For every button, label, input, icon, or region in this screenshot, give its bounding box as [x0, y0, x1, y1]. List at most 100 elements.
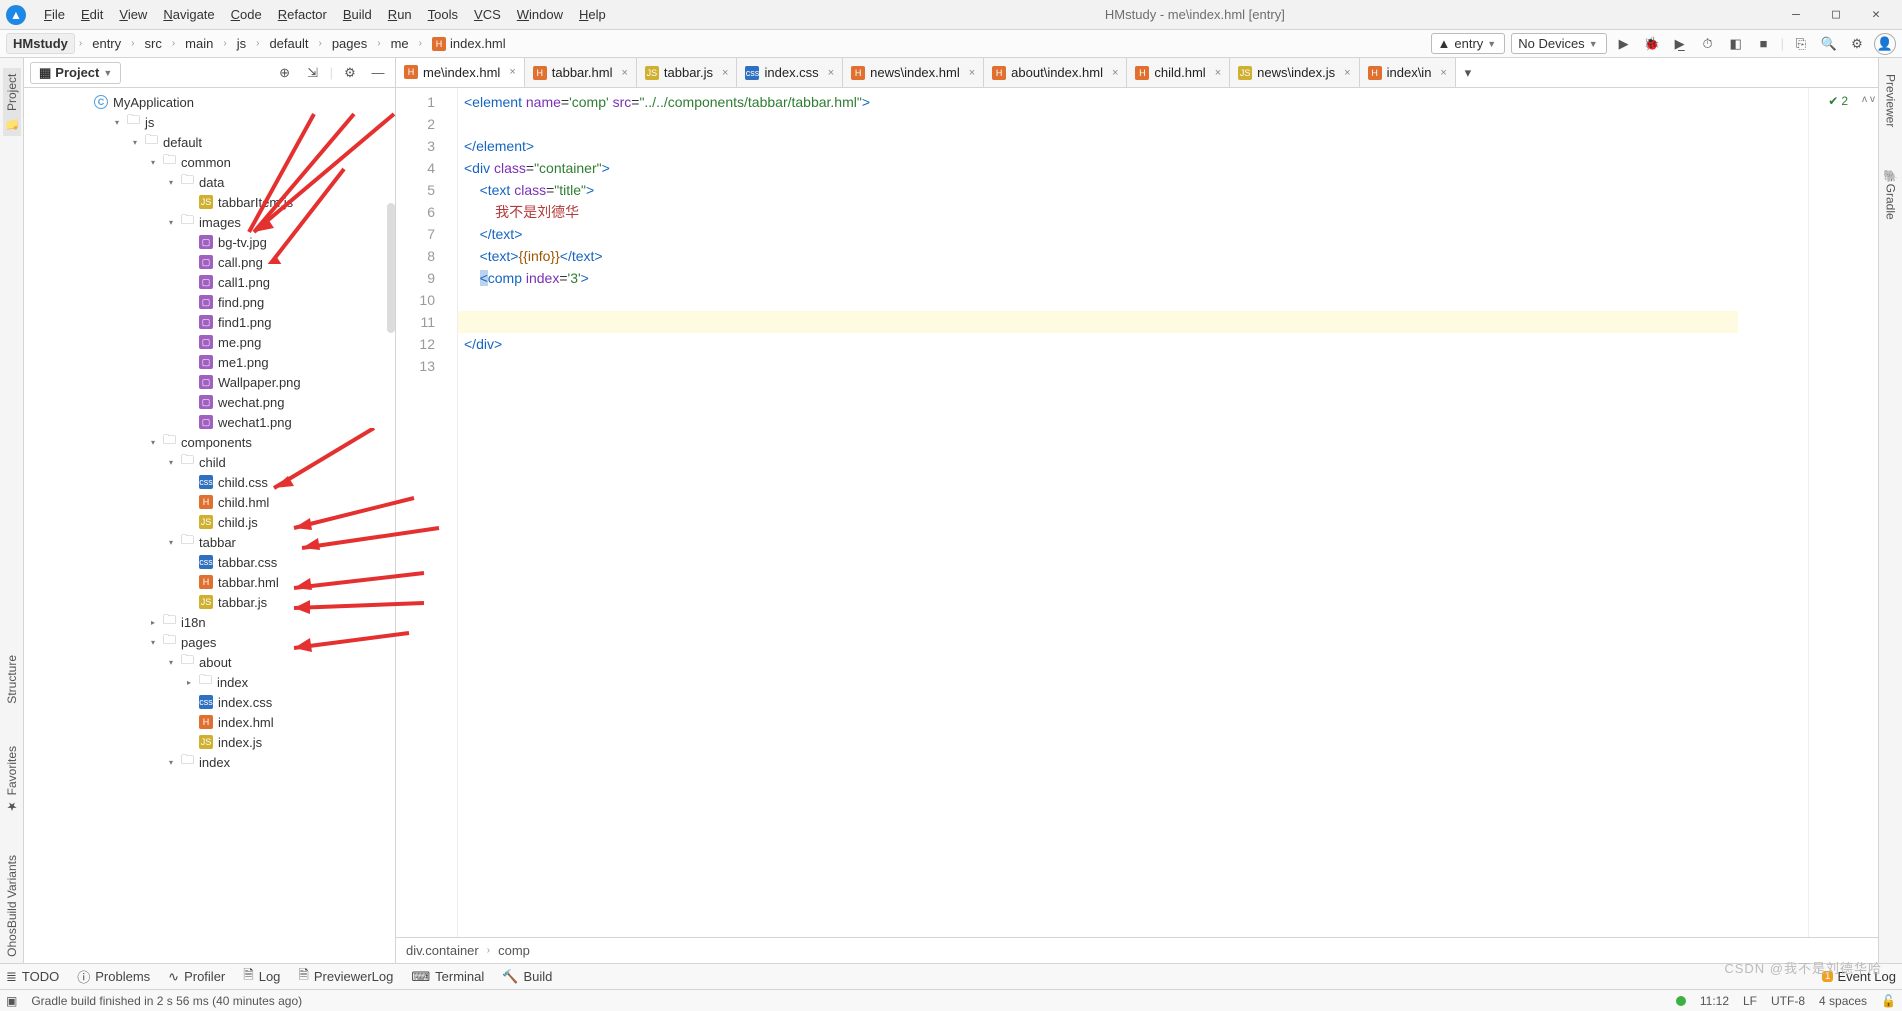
device-combo[interactable]: No Devices ▼: [1511, 33, 1606, 54]
inspection-nav[interactable]: ʌv: [1862, 94, 1875, 105]
close-icon[interactable]: ×: [1211, 67, 1221, 79]
favorites-toolwindow-tab[interactable]: ★Favorites: [3, 740, 21, 819]
menu-navigate[interactable]: Navigate: [155, 7, 222, 22]
expand-toggle[interactable]: ▾: [166, 178, 176, 187]
locate-file-button[interactable]: ⊕: [274, 62, 296, 84]
editor-tab[interactable]: Hindex\in×: [1360, 58, 1456, 87]
crumb-2[interactable]: src: [138, 34, 167, 53]
menu-view[interactable]: View: [111, 7, 155, 22]
readonly-toggle[interactable]: 🔓: [1881, 994, 1896, 1008]
menu-run[interactable]: Run: [380, 7, 420, 22]
editor-tab[interactable]: JSnews\index.js×: [1230, 58, 1359, 87]
terminal-tab[interactable]: ⌨Terminal: [411, 969, 484, 985]
settings-button[interactable]: ⚙: [1846, 33, 1868, 55]
tree-node[interactable]: ▾🗀js: [24, 112, 395, 132]
stop-button[interactable]: ■: [1753, 33, 1775, 55]
tree-node[interactable]: ▾🗀pages: [24, 632, 395, 652]
crumb-4[interactable]: js: [231, 34, 252, 53]
coverage-button[interactable]: ▶̲: [1669, 33, 1691, 55]
log-tab[interactable]: 🗎Log: [243, 966, 280, 988]
close-icon[interactable]: ×: [617, 67, 627, 79]
menu-build[interactable]: Build: [335, 7, 380, 22]
inspection-indicator[interactable]: ✔2: [1828, 94, 1848, 108]
tree-node[interactable]: ▸🗀index: [24, 672, 395, 692]
tree-node[interactable]: csschild.css: [24, 472, 395, 492]
tree-node[interactable]: ▢wechat.png: [24, 392, 395, 412]
tree-node[interactable]: JStabbarItem.js: [24, 192, 395, 212]
crumb-6[interactable]: pages: [326, 34, 373, 53]
problems-tab[interactable]: ⓘProblems: [77, 967, 150, 986]
profile-button[interactable]: ⏱: [1697, 33, 1719, 55]
menu-window[interactable]: Window: [509, 7, 571, 22]
code-line[interactable]: 我不是刘德华: [464, 201, 1808, 223]
tree-node[interactable]: ▢wechat1.png: [24, 412, 395, 432]
menu-code[interactable]: Code: [223, 7, 270, 22]
close-icon[interactable]: ×: [1340, 67, 1350, 79]
previewerlog-tab[interactable]: 🗎PreviewerLog: [298, 966, 393, 988]
menu-refactor[interactable]: Refactor: [270, 7, 335, 22]
close-icon[interactable]: ×: [505, 66, 515, 78]
expand-all-button[interactable]: ⇲: [302, 62, 324, 84]
expand-toggle[interactable]: ▾: [166, 218, 176, 227]
code-area[interactable]: <element name='comp' src="../../componen…: [458, 88, 1808, 937]
crumb-0[interactable]: HMstudy: [6, 33, 75, 54]
menu-vcs[interactable]: VCS: [466, 7, 509, 22]
crumb-1[interactable]: entry: [86, 34, 127, 53]
gutter[interactable]: 12345678910111213: [396, 88, 458, 937]
ohosvariants-toolwindow-tab[interactable]: OhosBuild Variants: [3, 849, 21, 963]
tree-node[interactable]: ▾🗀data: [24, 172, 395, 192]
tree-node[interactable]: ▾🗀index: [24, 752, 395, 772]
editor-tab[interactable]: cssindex.css×: [737, 58, 843, 87]
tree-node[interactable]: ▢me1.png: [24, 352, 395, 372]
minimize-button[interactable]: —: [1776, 7, 1816, 22]
close-icon[interactable]: ×: [824, 67, 834, 79]
editor-tab[interactable]: Hme\index.hml×: [396, 58, 525, 88]
code-line[interactable]: [464, 113, 1808, 135]
expand-toggle[interactable]: ▾: [166, 458, 176, 467]
tree-node[interactable]: ▢bg-tv.jpg: [24, 232, 395, 252]
editor-tab[interactable]: Habout\index.hml×: [984, 58, 1127, 87]
expand-toggle[interactable]: ▾: [148, 638, 158, 647]
tree-node[interactable]: JStabbar.js: [24, 592, 395, 612]
close-button[interactable]: ✕: [1856, 7, 1896, 22]
code-line[interactable]: </div>: [464, 333, 1808, 355]
tree-node[interactable]: Hindex.hml: [24, 712, 395, 732]
expand-toggle[interactable]: ▾: [166, 658, 176, 667]
expand-toggle[interactable]: ▾: [166, 758, 176, 767]
crumb-5[interactable]: default: [263, 34, 314, 53]
close-icon[interactable]: ×: [718, 67, 728, 79]
code-line[interactable]: </text>: [464, 223, 1808, 245]
previewer-toolwindow-tab[interactable]: Previewer: [1882, 68, 1900, 133]
background-tasks-indicator[interactable]: [1676, 996, 1686, 1006]
editor-marker-bar[interactable]: ✔2 ʌv: [1808, 88, 1878, 937]
todo-tab[interactable]: ≣TODO: [6, 969, 59, 985]
encoding[interactable]: UTF-8: [1771, 994, 1805, 1008]
menu-tools[interactable]: Tools: [420, 7, 466, 22]
expand-toggle[interactable]: ▸: [148, 618, 158, 627]
code-line[interactable]: <element name='comp' src="../../componen…: [464, 91, 1808, 113]
breadcrumb[interactable]: HMstudy›entry›src›main›js›default›pages›…: [6, 33, 1431, 54]
more-tabs-button[interactable]: ▾: [1456, 58, 1480, 87]
build-tab[interactable]: 🔨Build: [502, 969, 552, 985]
account-button[interactable]: 👤: [1874, 33, 1896, 55]
expand-toggle[interactable]: ▸: [184, 678, 194, 687]
tree-root[interactable]: C MyApplication: [24, 92, 395, 112]
tree-node[interactable]: Hchild.hml: [24, 492, 395, 512]
close-icon[interactable]: ×: [965, 67, 975, 79]
tree-node[interactable]: ▾🗀components: [24, 432, 395, 452]
expand-toggle[interactable]: ▾: [112, 118, 122, 127]
expand-toggle[interactable]: ▾: [166, 538, 176, 547]
expand-toggle[interactable]: ▾: [148, 438, 158, 447]
line-ending[interactable]: LF: [1743, 994, 1757, 1008]
tree-node[interactable]: Htabbar.hml: [24, 572, 395, 592]
code-line[interactable]: <div class="container">: [464, 157, 1808, 179]
menu-edit[interactable]: Edit: [73, 7, 111, 22]
tree-node[interactable]: ▢me.png: [24, 332, 395, 352]
project-view-combo[interactable]: ▦Project▼: [30, 62, 121, 84]
tree-node[interactable]: cssindex.css: [24, 692, 395, 712]
expand-toggle[interactable]: ▾: [148, 158, 158, 167]
editor-tab[interactable]: Hnews\index.hml×: [843, 58, 984, 87]
indent[interactable]: 4 spaces: [1819, 994, 1867, 1008]
tree-node[interactable]: ▾🗀tabbar: [24, 532, 395, 552]
maximize-button[interactable]: □: [1816, 7, 1856, 22]
